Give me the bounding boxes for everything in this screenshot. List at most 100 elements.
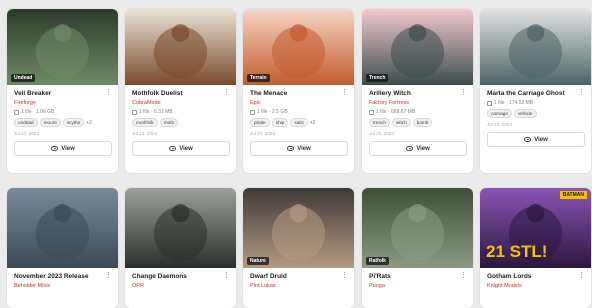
model-thumbnail[interactable] xyxy=(480,9,591,85)
model-thumbnail[interactable]: Ratfolk xyxy=(362,188,473,268)
view-button[interactable]: View xyxy=(369,141,467,156)
tag-chip[interactable]: bomb xyxy=(412,118,433,127)
model-thumbnail[interactable]: Undead xyxy=(7,9,118,85)
upload-date: Jul 10, 2024 xyxy=(487,122,513,127)
author-link[interactable]: Knight Models xyxy=(487,283,585,289)
card-body: Arillery Witch ⋮ Factory Fortress 1 file · … xyxy=(362,85,473,156)
card-body: Change Daemons ⋮ OPR xyxy=(125,268,236,289)
thumbnail-image xyxy=(362,188,473,268)
author-link[interactable]: Fireforge xyxy=(14,100,112,106)
model-card[interactable]: Mothfolk Duelist ⋮ CobraMode 1 file · 6.31 … xyxy=(125,9,236,173)
tag-chip[interactable]: sails xyxy=(290,118,308,127)
more-tags-count[interactable]: +2 xyxy=(86,120,92,126)
author-link[interactable]: Epic xyxy=(250,100,348,106)
file-info-text: 1 file · 6.31 MB xyxy=(139,109,173,115)
file-info-text: 1 file · 1.06 GB xyxy=(21,109,55,115)
tag-chip[interactable]: undead xyxy=(14,118,38,127)
model-card[interactable]: Trench Arillery Witch ⋮ Factory Fortress 1 f… xyxy=(362,9,473,173)
thumbnail-image xyxy=(125,9,236,85)
view-button[interactable]: View xyxy=(250,141,348,156)
model-title[interactable]: Pi'Rats xyxy=(369,273,467,280)
model-card[interactable]: Nature Dwarf Druid ⋮ Pint Lukas xyxy=(243,188,354,308)
model-thumbnail[interactable] xyxy=(125,9,236,85)
view-button-label: View xyxy=(534,136,548,143)
view-button[interactable]: View xyxy=(14,141,112,156)
author-link[interactable]: Pint Lukas xyxy=(250,283,348,289)
tag-chip[interactable]: witch xyxy=(392,118,411,127)
more-options-icon[interactable]: ⋮ xyxy=(578,272,585,279)
more-options-icon[interactable]: ⋮ xyxy=(578,89,585,96)
model-card[interactable]: BATMAN 21 STL! Gotham Lords ⋮ Knight Models xyxy=(480,188,591,308)
author-link[interactable]: OPR xyxy=(132,283,230,289)
tag-chip[interactable]: ship xyxy=(271,118,289,127)
more-options-icon[interactable]: ⋮ xyxy=(105,89,112,96)
model-thumbnail[interactable] xyxy=(7,188,118,268)
file-icon xyxy=(369,109,374,115)
model-card[interactable]: Terrain The Menace ⋮ Epic 1 file · 2.5 GB pir… xyxy=(243,9,354,173)
model-title[interactable]: Dwarf Druid xyxy=(250,273,348,280)
tag-chip[interactable]: mount xyxy=(39,118,61,127)
category-badge: Nature xyxy=(247,257,269,265)
more-tags-count[interactable]: +2 xyxy=(310,120,316,126)
eye-icon xyxy=(51,146,59,151)
author-link[interactable]: Factory Fortress xyxy=(369,100,467,106)
model-title[interactable]: Marta the Carriage Ghost xyxy=(487,90,585,97)
tag-chip[interactable]: scythe xyxy=(62,118,85,127)
model-thumbnail[interactable]: Terrain xyxy=(243,9,354,85)
model-title[interactable]: November 2023 Release xyxy=(14,273,112,280)
model-thumbnail[interactable]: Trench xyxy=(362,9,473,85)
model-title[interactable]: The Menace xyxy=(250,90,348,97)
author-link[interactable]: Punga xyxy=(369,283,467,289)
file-info: 1 file · 6.31 MB xyxy=(132,109,230,115)
author-link[interactable]: CobraMode xyxy=(132,100,230,106)
model-title[interactable]: Gotham Lords xyxy=(487,273,585,280)
tag-chip[interactable]: vehicle xyxy=(513,109,537,118)
more-options-icon[interactable]: ⋮ xyxy=(105,272,112,279)
tag-chip[interactable]: moth xyxy=(159,118,179,127)
model-card[interactable]: Undead Veil Breaker ⋮ Fireforge 1 file · 1.0… xyxy=(7,9,118,173)
tag-chip[interactable]: carriage xyxy=(487,109,512,118)
view-button-label: View xyxy=(416,145,430,152)
card-body: Mothfolk Duelist ⋮ CobraMode 1 file · 6.31 … xyxy=(125,85,236,156)
more-options-icon[interactable]: ⋮ xyxy=(341,272,348,279)
model-title[interactable]: Arillery Witch xyxy=(369,90,467,97)
file-info: 1 file · 2.5 GB xyxy=(250,109,348,115)
eye-icon xyxy=(524,137,532,142)
model-title[interactable]: Veil Breaker xyxy=(14,90,112,97)
model-thumbnail[interactable]: BATMAN 21 STL! xyxy=(480,188,591,268)
tag-list: trench witch bomb xyxy=(369,118,467,127)
model-card[interactable]: November 2023 Release ⋮ Beholder Minis xyxy=(7,188,118,308)
file-icon xyxy=(14,109,19,115)
card-body: Veil Breaker ⋮ Fireforge 1 file · 1.06 GB un… xyxy=(7,85,118,156)
more-options-icon[interactable]: ⋮ xyxy=(460,272,467,279)
file-info-text: 1 file · 2.5 GB xyxy=(257,109,288,115)
more-options-icon[interactable]: ⋮ xyxy=(341,89,348,96)
model-thumbnail[interactable] xyxy=(125,188,236,268)
tag-chip[interactable]: pirate xyxy=(250,118,270,127)
card-body: Dwarf Druid ⋮ Pint Lukas xyxy=(243,268,354,289)
upload-date: Jul 27, 2024 xyxy=(250,131,276,136)
category-badge: Undead xyxy=(11,74,36,82)
file-info-text: 1 file · 688.67 MB xyxy=(376,109,416,115)
more-options-icon[interactable]: ⋮ xyxy=(223,272,230,279)
model-card[interactable]: Ratfolk Pi'Rats ⋮ Punga xyxy=(362,188,473,308)
view-button[interactable]: View xyxy=(132,141,230,156)
tag-chip[interactable]: mothfolk xyxy=(132,118,158,127)
file-info: 1 file · 174.52 MB xyxy=(487,100,585,106)
card-body: Marta the Carriage Ghost ⋮ 1 file · 174.52… xyxy=(480,85,591,147)
model-title[interactable]: Mothfolk Duelist xyxy=(132,90,230,97)
more-options-icon[interactable]: ⋮ xyxy=(460,89,467,96)
author-link[interactable]: Beholder Minis xyxy=(14,283,112,289)
eye-icon xyxy=(169,146,177,151)
card-body: Pi'Rats ⋮ Punga xyxy=(362,268,473,289)
tag-chip[interactable]: trench xyxy=(369,118,391,127)
more-options-icon[interactable]: ⋮ xyxy=(223,89,230,96)
model-card[interactable]: Marta the Carriage Ghost ⋮ 1 file · 174.52… xyxy=(480,9,591,173)
view-button[interactable]: View xyxy=(487,132,585,147)
model-card[interactable]: Change Daemons ⋮ OPR xyxy=(125,188,236,308)
tag-list: undead mount scythe +2 xyxy=(14,118,112,127)
file-info-text: 1 file · 174.52 MB xyxy=(494,100,534,106)
model-title[interactable]: Change Daemons xyxy=(132,273,230,280)
thumbnail-image xyxy=(125,188,236,268)
model-thumbnail[interactable]: Nature xyxy=(243,188,354,268)
